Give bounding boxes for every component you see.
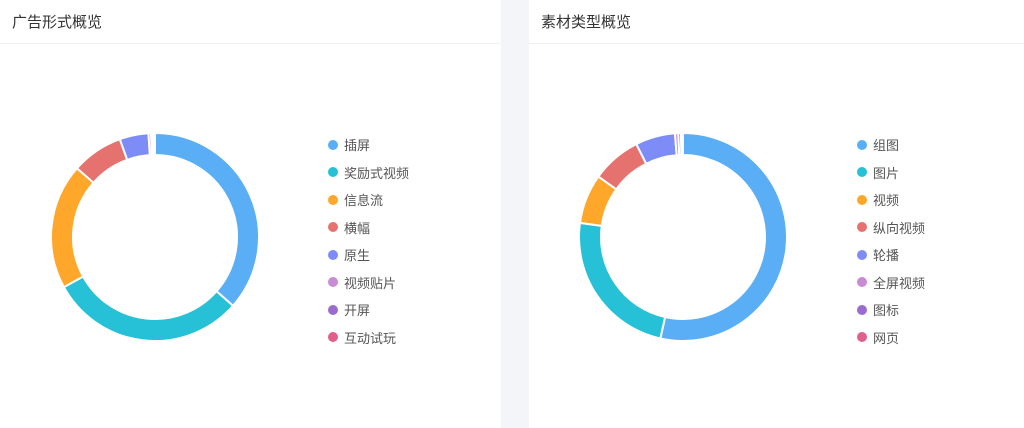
legend-dot-icon: [328, 167, 338, 178]
legend-item[interactable]: 插屏: [328, 131, 409, 159]
material-type-panel: 素材类型概览 组图图片视频纵向视频轮播全屏视频图标网页: [529, 0, 1024, 428]
material-type-donut-chart: [578, 131, 788, 342]
legend-dot-icon: [857, 194, 867, 205]
legend-item[interactable]: 信息流: [328, 186, 409, 214]
legend-item[interactable]: 原生: [328, 241, 409, 269]
ad-format-donut-chart: [50, 131, 260, 342]
donut-slice[interactable]: [154, 131, 260, 308]
donut-slice[interactable]: [62, 275, 235, 342]
legend-label: 网页: [873, 331, 900, 347]
legend-dot-icon: [328, 194, 338, 205]
legend-item[interactable]: 奖励式视频: [328, 159, 409, 187]
donut-slice[interactable]: [50, 166, 95, 289]
legend-dot-icon: [857, 139, 867, 150]
legend-dot-icon: [857, 222, 867, 233]
legend-dot-icon: [328, 249, 338, 260]
legend-item[interactable]: 互动试玩: [328, 324, 409, 352]
ad-format-legend: 插屏奖励式视频信息流横幅原生视频贴片开屏互动试玩: [328, 131, 409, 351]
legend-label: 图片: [873, 166, 900, 182]
legend-label: 奖励式视频: [344, 166, 410, 182]
legend-item[interactable]: 图标: [857, 296, 925, 324]
legend-dot-icon: [857, 167, 867, 178]
legend-item[interactable]: 全屏视频: [857, 269, 925, 297]
legend-label: 图标: [873, 304, 900, 320]
donut-slice[interactable]: [578, 221, 667, 340]
legend-dot-icon: [328, 332, 338, 343]
legend-label: 视频贴片: [344, 276, 397, 292]
panel-title: 素材类型概览: [529, 0, 1024, 44]
legend-item[interactable]: 网页: [857, 324, 925, 352]
legend-label: 轮播: [873, 249, 900, 265]
donut-slice[interactable]: [659, 131, 788, 342]
legend-label: 原生: [344, 249, 371, 265]
legend-dot-icon: [857, 332, 867, 343]
legend-label: 横幅: [344, 221, 371, 237]
donut-slice[interactable]: [152, 131, 156, 157]
legend-item[interactable]: 纵向视频: [857, 214, 925, 242]
donut-slice[interactable]: [679, 131, 684, 157]
legend-dot-icon: [328, 304, 338, 315]
legend-dot-icon: [857, 277, 867, 288]
legend-dot-icon: [328, 139, 338, 150]
legend-item[interactable]: 视频贴片: [328, 269, 409, 297]
legend-label: 开屏: [344, 304, 371, 320]
legend-item[interactable]: 横幅: [328, 214, 409, 242]
legend-label: 互动试玩: [344, 331, 397, 347]
legend-label: 信息流: [344, 194, 384, 210]
legend-dot-icon: [857, 304, 867, 315]
legend-dot-icon: [328, 277, 338, 288]
legend-item[interactable]: 视频: [857, 186, 925, 214]
legend-label: 纵向视频: [873, 221, 926, 237]
legend-label: 插屏: [344, 139, 371, 155]
ad-format-panel: 广告形式概览 插屏奖励式视频信息流横幅原生视频贴片开屏互动试玩: [0, 0, 501, 428]
legend-item[interactable]: 图片: [857, 159, 925, 187]
material-type-legend: 组图图片视频纵向视频轮播全屏视频图标网页: [857, 131, 925, 351]
legend-dot-icon: [328, 222, 338, 233]
legend-item[interactable]: 组图: [857, 131, 925, 159]
legend-label: 全屏视频: [873, 276, 926, 292]
legend-label: 组图: [873, 139, 900, 155]
legend-label: 视频: [873, 194, 900, 210]
legend-dot-icon: [857, 249, 867, 260]
panel-title: 广告形式概览: [0, 0, 501, 44]
legend-item[interactable]: 开屏: [328, 296, 409, 324]
legend-item[interactable]: 轮播: [857, 241, 925, 269]
